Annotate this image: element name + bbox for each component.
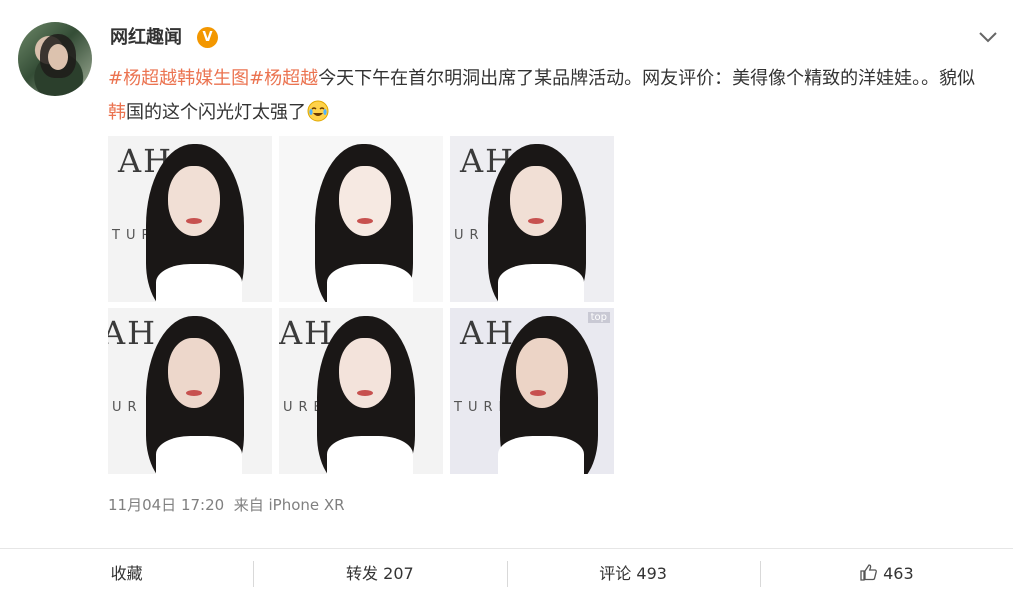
photo-thumbnail[interactable]: AH top TURE <box>450 308 614 474</box>
shirt <box>498 264 584 302</box>
comment-label: 评论 493 <box>599 564 667 583</box>
favorite-label: 收藏 <box>110 564 143 583</box>
repost-button[interactable]: 转发 207 <box>253 549 506 599</box>
lips <box>530 390 546 396</box>
repost-label: 转发 207 <box>346 564 414 583</box>
shirt <box>156 436 242 474</box>
hashtag-link[interactable]: #杨超越 <box>249 68 318 89</box>
lips <box>186 390 202 396</box>
watermark: top <box>587 312 610 323</box>
image-grid: AH TUR AH UR AH UR AH URE AH top TURE <box>108 136 614 474</box>
source-device: 来自 iPhone XR <box>233 496 345 514</box>
username[interactable]: 网红趣闻 <box>110 26 182 50</box>
like-count: 463 <box>883 564 914 583</box>
post-body: 今天下午在首尔明洞出席了某品牌活动。网友评价：美得像个精致的洋娃娃。。貌似 <box>318 68 976 89</box>
photo-thumbnail[interactable]: AH URE <box>279 308 443 474</box>
face <box>510 166 562 236</box>
photo-thumbnail[interactable]: AH TUR <box>108 136 272 302</box>
avatar-face <box>48 44 68 70</box>
post-body-end: 国的这个闪光灯太强了 <box>126 102 306 123</box>
avatar[interactable] <box>18 22 92 96</box>
backdrop-text: UR <box>112 400 143 415</box>
brand-logo: AH <box>279 314 335 352</box>
photo-thumbnail[interactable]: AH UR <box>450 136 614 302</box>
face <box>339 166 391 236</box>
shirt <box>327 436 413 474</box>
face <box>168 338 220 408</box>
face <box>168 166 220 236</box>
separator <box>506 561 508 587</box>
action-bar: 收藏 转发 207 评论 493 463 <box>0 549 1013 599</box>
post-meta: 11月04日 17:20 来自 iPhone XR <box>108 494 345 516</box>
chevron-down-icon[interactable] <box>977 26 999 48</box>
favorite-button[interactable]: 收藏 <box>0 549 253 599</box>
photo-thumbnail[interactable] <box>279 136 443 302</box>
lips <box>357 218 373 224</box>
brand-logo: AH <box>460 314 516 352</box>
face <box>516 338 568 408</box>
shirt <box>498 436 584 474</box>
lips <box>357 390 373 396</box>
hashtag-link[interactable]: #杨超越韩媒生图 <box>108 68 249 89</box>
highlight-word: 韩 <box>108 102 126 123</box>
timestamp[interactable]: 11月04日 17:20 <box>108 496 224 514</box>
post-text: #杨超越韩媒生图#杨超越今天下午在首尔明洞出席了某品牌活动。网友评价：美得像个精… <box>108 62 988 130</box>
verified-badge-icon: V <box>197 27 218 48</box>
shirt <box>156 264 242 302</box>
laughing-crying-emoji-icon <box>307 100 329 122</box>
thumbs-up-icon <box>860 564 877 581</box>
separator <box>759 561 761 587</box>
comment-button[interactable]: 评论 493 <box>506 549 760 599</box>
separator <box>253 561 255 587</box>
lips <box>528 218 544 224</box>
shirt <box>327 264 413 302</box>
photo-thumbnail[interactable]: AH UR <box>108 308 272 474</box>
face <box>339 338 391 408</box>
like-button[interactable]: 463 <box>759 549 1013 599</box>
brand-logo: AH <box>108 314 158 352</box>
lips <box>186 218 202 224</box>
backdrop-text: UR <box>454 228 485 243</box>
